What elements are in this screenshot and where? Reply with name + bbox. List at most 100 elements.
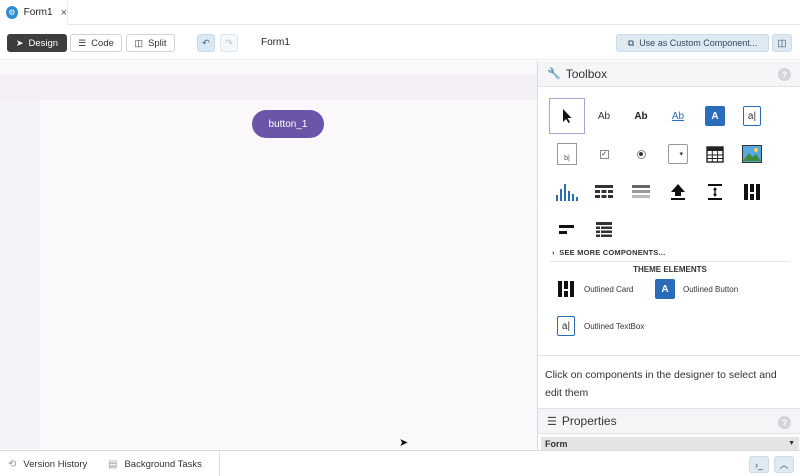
- right-sidebar: 🔧 Toolbox ? Ab Ab Ab A a| b| ✓ ▾ › SEE M…: [537, 61, 800, 451]
- properties-header[interactable]: ☰ Properties ?: [538, 408, 800, 434]
- column-panel-icon: [744, 184, 760, 200]
- canvas-left-gutter: [0, 100, 40, 449]
- background-tasks-label: Background Tasks: [124, 458, 202, 470]
- flow-panel-icon: [559, 225, 574, 234]
- plot-component[interactable]: [549, 174, 585, 210]
- outlined-button-label: Outlined Button: [683, 284, 739, 294]
- properties-form-section[interactable]: Form ▼: [541, 437, 799, 451]
- version-history-button[interactable]: ⟲ Version History: [8, 451, 87, 476]
- canvas-header-strip: [0, 74, 537, 100]
- tasks-icon: ▤: [108, 458, 118, 470]
- code-button[interactable]: ☰ Code: [70, 34, 122, 52]
- toggle-panel-button[interactable]: ◫: [772, 34, 792, 52]
- outlined-card-label: Outlined Card: [584, 284, 634, 294]
- see-more-label: SEE MORE COMPONENTS...: [559, 248, 666, 257]
- mouse-cursor-icon: ➤: [399, 437, 409, 449]
- redo-button[interactable]: ↷: [220, 34, 238, 52]
- undo-button[interactable]: ↶: [197, 34, 215, 52]
- help-icon[interactable]: ?: [778, 416, 791, 429]
- properties-title: Properties: [561, 414, 617, 428]
- dropdown-icon: ▾: [668, 144, 688, 164]
- tab-bar: ⚙ Form1 ×: [0, 0, 800, 25]
- panel-icon: ◫: [777, 37, 787, 49]
- background-tasks-button[interactable]: ▤ Background Tasks: [108, 451, 202, 476]
- repeating-panel-icon: [632, 185, 650, 198]
- label-icon: Ab: [597, 110, 611, 122]
- radio-icon: [636, 149, 646, 159]
- toolbox-title: Toolbox: [565, 66, 608, 81]
- close-icon[interactable]: ×: [61, 7, 67, 19]
- split-icon: ◫: [134, 37, 144, 48]
- help-icon[interactable]: ?: [778, 68, 791, 81]
- bar-chart-icon: [556, 184, 578, 201]
- design-canvas[interactable]: button_1 ➤: [0, 61, 537, 449]
- file-loader-component[interactable]: [660, 174, 696, 210]
- outlined-textbox-label: Outlined TextBox: [584, 321, 645, 331]
- theme-outlined-textbox[interactable]: a| Outlined TextBox: [556, 316, 644, 336]
- split-label: Split: [148, 37, 167, 49]
- linear-panel-component[interactable]: [586, 212, 622, 248]
- textbox-component[interactable]: a|: [734, 98, 770, 134]
- column-panel-component[interactable]: [734, 174, 770, 210]
- theme-outlined-card[interactable]: Outlined Card: [556, 279, 633, 299]
- form-icon: ⚙: [6, 6, 18, 19]
- bottom-bar: ⟲ Version History ▤ Background Tasks ›_ …: [0, 450, 800, 476]
- split-button[interactable]: ◫ Split: [126, 34, 175, 52]
- button-component[interactable]: A: [697, 98, 733, 134]
- design-label: Design: [28, 37, 59, 49]
- custom-component-label: Use as Custom Component...: [639, 38, 758, 48]
- image-icon: [742, 145, 762, 163]
- outlined-card-icon: [556, 279, 576, 299]
- chevron-up-icon: ︿: [779, 460, 789, 470]
- theme-outlined-button[interactable]: A Outlined Button: [655, 279, 738, 299]
- sliders-icon: ☰: [547, 415, 557, 428]
- upload-icon: [671, 184, 685, 200]
- tab-label: Form1: [23, 7, 53, 18]
- form-section-label: Form: [545, 439, 568, 449]
- linear-panel-icon: [596, 222, 612, 237]
- outlined-button-icon: A: [655, 279, 675, 299]
- undo-icon: ↶: [202, 37, 210, 49]
- chevron-down-icon: ▼: [788, 440, 795, 447]
- radio-component[interactable]: [623, 136, 659, 172]
- see-more-components[interactable]: › SEE MORE COMPONENTS...: [552, 248, 665, 257]
- pointer-tool[interactable]: [549, 98, 585, 134]
- label-component[interactable]: Ab: [586, 98, 622, 134]
- data-grid-component[interactable]: [586, 174, 622, 210]
- use-as-custom-component-button[interactable]: ⧉ Use as Custom Component...: [616, 34, 769, 52]
- code-label: Code: [91, 37, 114, 49]
- checkbox-component[interactable]: ✓: [586, 136, 622, 172]
- form-button-1[interactable]: button_1: [252, 110, 324, 138]
- textarea-component[interactable]: b|: [549, 136, 585, 172]
- calendar-icon: [706, 146, 724, 163]
- textarea-icon: b|: [557, 143, 577, 165]
- expand-button[interactable]: ︿: [774, 456, 794, 473]
- checkbox-icon: ✓: [599, 149, 609, 159]
- rich-text-icon: Ab: [634, 110, 648, 122]
- theme-elements-title: THEME ELEMENTS: [550, 261, 790, 274]
- version-history-label: Version History: [23, 458, 88, 470]
- form-title: Form1: [261, 37, 290, 48]
- spacer-component[interactable]: [697, 174, 733, 210]
- terminal-button[interactable]: ›_: [749, 456, 769, 473]
- link-component[interactable]: Ab: [660, 98, 696, 134]
- image-component[interactable]: [734, 136, 770, 172]
- button-icon: A: [705, 106, 725, 126]
- tab-form1[interactable]: ⚙ Form1 ×: [0, 0, 68, 25]
- dropdown-component[interactable]: ▾: [660, 136, 696, 172]
- toolbox-panel: Ab Ab Ab A a| b| ✓ ▾ › SEE MORE COMPONEN…: [538, 87, 800, 353]
- toolbox-header[interactable]: 🔧 Toolbox ?: [538, 61, 800, 87]
- link-icon: Ab: [671, 110, 685, 122]
- spacer-icon: [708, 184, 722, 200]
- divider: [219, 451, 220, 476]
- pointer-icon: [563, 109, 572, 123]
- chevron-right-icon: ›: [552, 248, 555, 257]
- data-grid-icon: [595, 185, 613, 198]
- rich-text-component[interactable]: Ab: [623, 98, 659, 134]
- design-button[interactable]: ➤ Design: [7, 34, 67, 52]
- datepicker-component[interactable]: [697, 136, 733, 172]
- redo-icon: ↷: [225, 37, 233, 49]
- flow-panel-component[interactable]: [549, 212, 585, 248]
- component-icon: ⧉: [627, 37, 635, 48]
- repeating-panel-component[interactable]: [623, 174, 659, 210]
